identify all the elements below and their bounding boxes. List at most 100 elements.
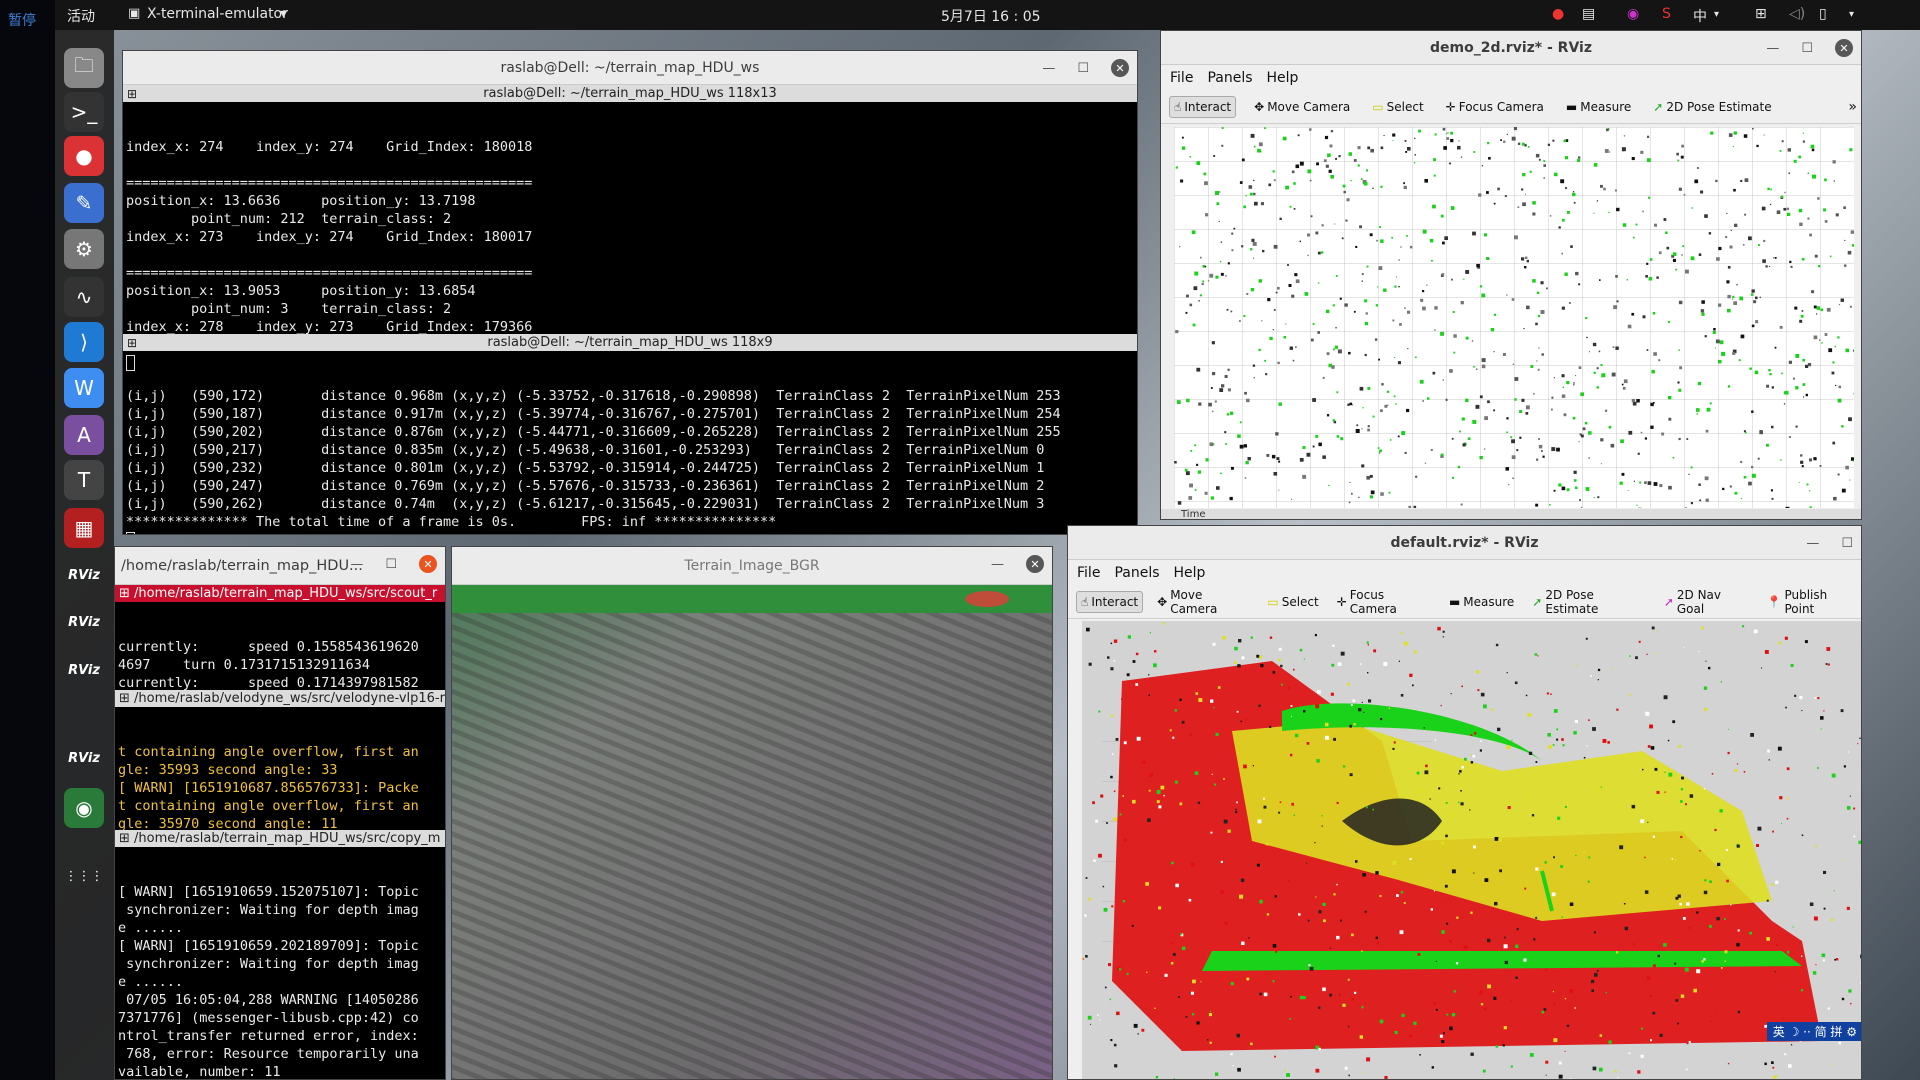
ime-chevron-icon[interactable]: ▾ — [1714, 9, 1719, 20]
system-monitor-icon[interactable]: ∿ — [64, 277, 104, 317]
battery-icon[interactable]: ▯ — [1819, 6, 1827, 22]
tool-focus-camera[interactable]: ✛ Focus Camera — [1333, 585, 1435, 619]
terminal-window-main[interactable]: raslab@Dell: ~/terrain_map_HDU_ws — ☐ ✕ … — [122, 50, 1138, 535]
point-cloud-point — [1430, 908, 1433, 911]
title-bar[interactable]: /home/raslab/terrain_map_HDU... — ☐ ✕ — [115, 547, 445, 585]
tool-publish-point[interactable]: 📍 Publish Point — [1763, 585, 1861, 619]
point-cloud-point — [1842, 859, 1844, 861]
app-menu-label[interactable]: X-terminal-emulator — [147, 6, 288, 22]
minimize-icon[interactable]: — — [1042, 61, 1055, 76]
wps-icon[interactable]: W — [64, 368, 104, 408]
minimize-icon[interactable]: — — [350, 557, 363, 572]
rviz-icon-1[interactable]: RViz — [64, 555, 104, 595]
system-menu-chevron-icon[interactable]: ▾ — [1849, 9, 1854, 20]
menu-panels[interactable]: Panels — [1114, 565, 1159, 581]
minimize-icon[interactable]: — — [1766, 41, 1779, 56]
pane-title-bar-active[interactable]: ⊞ /home/raslab/terrain_map_HDU_ws/src/sc… — [115, 585, 445, 602]
tool-measure[interactable]: ▬ Measure — [1562, 97, 1635, 117]
settings-icon[interactable]: ⚙ — [64, 229, 104, 269]
title-bar[interactable]: Terrain_Image_BGR — ✕ — [452, 547, 1052, 585]
menu-help[interactable]: Help — [1174, 565, 1206, 581]
tool-select[interactable]: ▭ Select — [1368, 97, 1427, 117]
globe-icon[interactable]: ◉ — [64, 788, 104, 828]
clipboard-icon[interactable]: ▤ — [1582, 6, 1595, 22]
tool-2d-pose-estimate[interactable]: ➚ 2D Pose Estimate — [1649, 97, 1775, 117]
menu-file[interactable]: File — [1077, 565, 1100, 581]
maximize-icon[interactable]: ☐ — [385, 557, 397, 572]
tool-focus-camera[interactable]: ✛ Focus Camera — [1442, 97, 1548, 117]
typora-icon[interactable]: T — [64, 460, 104, 500]
sogou-icon[interactable]: S — [1662, 6, 1671, 22]
software-center-icon[interactable]: A — [64, 415, 104, 455]
minimize-icon[interactable]: — — [1806, 536, 1819, 551]
rviz-window-demo2d[interactable]: demo_2d.rviz* - RViz — ☐ ✕ File Panels H… — [1160, 30, 1862, 520]
tray-app-icon[interactable]: ◉ — [1627, 6, 1639, 22]
tool-2d-nav-goal[interactable]: ➚ 2D Nav Goal — [1660, 585, 1753, 619]
activities-button[interactable]: 活动 — [67, 6, 95, 26]
terrain-image-window[interactable]: Terrain_Image_BGR — ✕ — [451, 546, 1053, 1080]
point-cloud-point — [1534, 653, 1538, 656]
rviz-3d-view-top[interactable] — [1174, 127, 1854, 508]
rviz-window-default[interactable]: default.rviz* - RViz — ☐ File Panels Hel… — [1067, 525, 1862, 1080]
pause-label[interactable]: 暂停 — [8, 10, 36, 30]
title-bar[interactable]: raslab@Dell: ~/terrain_map_HDU_ws — ☐ ✕ — [123, 51, 1137, 85]
app-menu-chevron-icon[interactable]: ▾ — [280, 6, 287, 22]
text-editor-icon[interactable]: ✎ — [64, 183, 104, 223]
point-cloud-point — [1355, 860, 1358, 863]
tool-2d-pose-estimate[interactable]: ➚ 2D Pose Estimate — [1528, 585, 1650, 619]
maximize-icon[interactable]: ☐ — [1801, 41, 1813, 56]
terminal-icon[interactable]: >_ — [64, 92, 104, 132]
point-cloud-point — [1838, 1041, 1841, 1045]
menu-help[interactable]: Help — [1267, 70, 1299, 86]
rviz-3d-view-bottom[interactable]: 英 ☽ ·· 简 拼 ⚙ — [1082, 621, 1861, 1079]
input-method-indicator[interactable]: 中 — [1693, 6, 1707, 26]
close-icon[interactable]: ✕ — [1026, 555, 1044, 573]
point-cloud-point — [1433, 174, 1436, 177]
terminal-pane-speed[interactable]: currently: speed 0.1558543619620 4697 tur… — [115, 602, 445, 690]
input-method-toolbar[interactable]: 英 ☽ ·· 简 拼 ⚙ — [1766, 1022, 1861, 1041]
rviz-icon-3[interactable]: RViz — [64, 650, 104, 690]
title-bar[interactable]: default.rviz* - RViz — ☐ — [1068, 526, 1861, 560]
point-cloud-point — [1321, 825, 1323, 827]
tool-interact[interactable]: ☝ Interact — [1169, 96, 1237, 118]
close-icon[interactable]: ✕ — [419, 555, 437, 573]
close-icon[interactable]: ✕ — [1111, 59, 1129, 77]
clock[interactable]: 5月7日 16 : 05 — [941, 6, 1041, 26]
point-cloud-point — [1290, 715, 1292, 717]
rviz-icon-2[interactable]: RViz — [64, 602, 104, 642]
pane-title-bar[interactable]: ⊞ /home/raslab/velodyne_ws/src/velodyne-… — [115, 690, 445, 707]
menu-panels[interactable]: Panels — [1207, 70, 1252, 86]
record-icon[interactable]: ● — [1552, 6, 1564, 22]
pane-title-bar[interactable]: ⊞ raslab@Dell: ~/terrain_map_HDU_ws 118x… — [123, 334, 1137, 351]
tool-move-camera[interactable]: ✥ Move Camera — [1153, 585, 1253, 619]
pane-title-bar[interactable]: ⊞ /home/raslab/terrain_map_HDU_ws/src/co… — [115, 830, 445, 847]
app-grid-icon[interactable]: ⋮⋮⋮ — [64, 856, 104, 896]
maximize-icon[interactable]: ☐ — [1841, 536, 1853, 551]
maximize-icon[interactable]: ☐ — [1077, 61, 1089, 76]
chrome-icon[interactable]: ● — [64, 136, 104, 176]
point-cloud-point — [1179, 246, 1181, 248]
terminal-window-small[interactable]: /home/raslab/terrain_map_HDU... — ☐ ✕ ⊞ … — [114, 546, 446, 1080]
volume-icon[interactable]: ◁) — [1789, 6, 1805, 22]
point-cloud-point — [1824, 220, 1828, 223]
network-icon[interactable]: ⊞ — [1755, 6, 1767, 22]
point-cloud-point — [1284, 1069, 1286, 1072]
rviz-icon-4[interactable]: RViz — [64, 738, 104, 778]
terminal-pane-grid-log[interactable]: index_x: 274 index_y: 274 Grid_Index: 18… — [123, 102, 1137, 371]
toolbar-overflow-icon[interactable]: » — [1848, 99, 1857, 115]
terminal-pane-depth-sync[interactable]: [ WARN] [1651910659.152075107]: Topic sy… — [115, 847, 445, 1079]
terminal-pane-velodyne[interactable]: t containing angle overflow, first an gle… — [115, 707, 445, 830]
tool-select[interactable]: ▭ Select — [1263, 592, 1322, 612]
files-icon[interactable]: 🗀 — [64, 48, 104, 88]
tool-measure[interactable]: ▬ Measure — [1445, 592, 1518, 612]
vscode-icon[interactable]: ⟩ — [64, 322, 104, 362]
tool-move-camera[interactable]: ✥ Move Camera — [1250, 97, 1354, 117]
close-icon[interactable]: ✕ — [1835, 39, 1853, 57]
minimize-icon[interactable]: — — [991, 557, 1004, 572]
pane-title-bar[interactable]: ⊞ raslab@Dell: ~/terrain_map_HDU_ws 118x… — [123, 85, 1137, 102]
title-bar[interactable]: demo_2d.rviz* - RViz — ☐ ✕ — [1161, 31, 1861, 65]
terminator-icon[interactable]: ▦ — [64, 508, 104, 548]
menu-file[interactable]: File — [1170, 70, 1193, 86]
terminal-pane-terrain-log[interactable]: (i,j) (590,172) distance 0.968m (x,y,z) … — [123, 351, 1137, 534]
tool-interact[interactable]: ☝ Interact — [1076, 591, 1144, 613]
